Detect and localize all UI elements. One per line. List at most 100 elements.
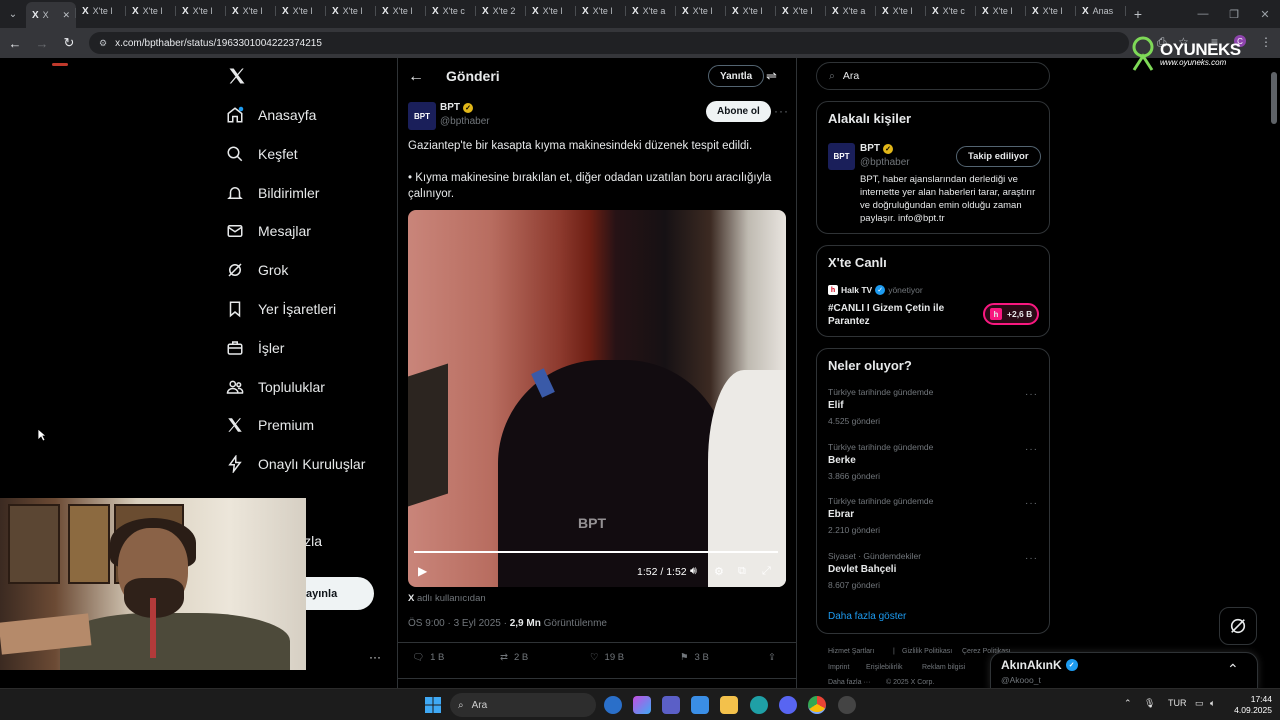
browser-tab[interactable]: X X'te 2 xyxy=(476,0,526,22)
reply-action[interactable]: 🗨︎ 1 B xyxy=(412,652,444,663)
more-options-icon[interactable]: ··· xyxy=(774,104,789,118)
search-input[interactable]: ⌕ Ara xyxy=(816,62,1050,90)
repost-action[interactable]: ⇄ 2 B xyxy=(500,652,528,663)
browser-tab[interactable]: X X'te l xyxy=(776,0,826,22)
windows-start-icon[interactable] xyxy=(425,697,441,713)
browser-tab[interactable]: X Anas xyxy=(1076,0,1126,22)
nav-item[interactable]: Yer İşaretleri xyxy=(226,295,336,323)
display-icon[interactable]: ▭ xyxy=(1195,698,1204,709)
footer-accessibility-link[interactable]: Erişilebilirlik xyxy=(866,664,903,671)
live-host-row[interactable]: h Halk TV ✓ yönetiyor xyxy=(828,285,923,295)
browser-tab[interactable]: X X'te l xyxy=(526,0,576,22)
browser-tab[interactable]: X X'te l xyxy=(226,0,276,22)
widgets-icon[interactable] xyxy=(604,696,622,714)
author-name-row[interactable]: BPT ✓ xyxy=(440,102,473,113)
nav-item[interactable]: Premium xyxy=(226,411,314,439)
footer-more-link[interactable]: Daha fazla ··· xyxy=(828,679,870,686)
nav-item[interactable]: Mesajlar xyxy=(226,217,311,245)
settings-sliders-icon[interactable]: ⇌ xyxy=(766,68,777,84)
nav-item[interactable]: Keşfet xyxy=(226,140,298,168)
video-player[interactable]: BPT ▶ 1:52 / 1:52 🔊︎ ⚙ ⧉ ⤢ xyxy=(408,210,786,587)
nav-item[interactable]: Anasayfa xyxy=(226,101,316,129)
fullscreen-icon[interactable]: ⤢ xyxy=(762,565,771,578)
browser-tab[interactable]: X X'te l xyxy=(276,0,326,22)
browser-tab[interactable]: X X'te l xyxy=(326,0,376,22)
browser-tab[interactable]: X X'te l xyxy=(576,0,626,22)
tray-overflow-icon[interactable]: ⌃ xyxy=(1124,698,1132,709)
app-icon[interactable] xyxy=(838,696,856,714)
following-button[interactable]: Takip ediliyor xyxy=(956,146,1041,167)
clock[interactable]: 17:44 4.09.2025 xyxy=(1232,694,1272,716)
relevant-name-row[interactable]: BPT ✓ xyxy=(860,143,893,154)
site-info-icon[interactable]: ⚙ xyxy=(99,38,107,49)
trend-more-icon[interactable]: ··· xyxy=(1025,444,1038,455)
browser-tab[interactable]: X X'te a xyxy=(826,0,876,22)
back-icon[interactable]: ← xyxy=(3,31,27,55)
browser-tab[interactable]: X X'te c xyxy=(426,0,476,22)
nav-item[interactable]: Topluluklar xyxy=(226,373,325,401)
page-scrollbar-thumb[interactable] xyxy=(1271,72,1277,124)
browser-tab[interactable]: X X'te l xyxy=(726,0,776,22)
footer-imprint-link[interactable]: Imprint xyxy=(828,664,849,671)
reload-icon[interactable]: ↻ xyxy=(57,31,81,55)
copilot-icon[interactable] xyxy=(633,696,651,714)
mic-icon[interactable]: 🎙︎ xyxy=(1144,698,1155,709)
browser-tab[interactable]: X X'te c xyxy=(926,0,976,22)
x-logo-icon[interactable] xyxy=(227,66,247,86)
trend-more-icon[interactable]: ··· xyxy=(1025,553,1038,564)
video-settings-icon[interactable]: ⚙ xyxy=(714,565,724,578)
browser-tab[interactable]: X X'te l xyxy=(876,0,926,22)
edge-icon[interactable] xyxy=(750,696,768,714)
relevant-avatar[interactable]: BPT xyxy=(828,143,855,170)
grok-floating-button[interactable] xyxy=(1219,607,1257,645)
browser-tab[interactable]: X X'te l xyxy=(176,0,226,22)
minimize-icon[interactable]: — xyxy=(1188,0,1218,28)
video-source[interactable]: X adlı kullanıcıdan xyxy=(408,593,486,604)
back-arrow-icon[interactable]: ← xyxy=(408,68,424,86)
video-progress-bar[interactable] xyxy=(414,551,778,553)
browser-tab[interactable]: X X'te l xyxy=(76,0,126,22)
store-icon[interactable] xyxy=(691,696,709,714)
post-timestamp[interactable]: ÖS 9:00 · 3 Eyl 2025 · xyxy=(408,618,510,629)
author-avatar[interactable]: BPT xyxy=(408,102,436,130)
live-listeners-pill[interactable]: h +2,6 B xyxy=(983,303,1039,325)
url-bar[interactable]: ⚙ x.com/bpthaber/status/1963301004222374… xyxy=(89,32,1129,54)
taskbar-search[interactable]: ⌕ Ara xyxy=(450,693,596,717)
browser-tab[interactable]: X X ✕ xyxy=(26,2,76,28)
browser-tab[interactable]: X X'te a xyxy=(626,0,676,22)
messages-drawer[interactable]: AkınAkınK ✓ @Akooo_t ⌃ xyxy=(990,652,1258,690)
close-tab-icon[interactable]: ✕ xyxy=(62,10,70,21)
forward-icon[interactable]: → xyxy=(30,31,54,55)
play-icon[interactable]: ▶ xyxy=(418,564,427,578)
expand-drawer-icon[interactable]: ⌃ xyxy=(1227,661,1239,678)
like-action[interactable]: ♡ 19 B xyxy=(590,652,624,663)
nav-item[interactable]: Bildirimler xyxy=(226,179,319,207)
show-more-link[interactable]: Daha fazla göster xyxy=(828,611,906,622)
bookmark-action[interactable]: ⚑ 3 B xyxy=(680,652,709,663)
browser-tab[interactable]: X X'te l xyxy=(1026,0,1076,22)
browser-tab[interactable]: X X'te l xyxy=(976,0,1026,22)
subscribe-button[interactable]: Abone ol xyxy=(706,101,771,122)
nav-item[interactable]: İşler xyxy=(226,334,284,362)
share-icon[interactable]: ⇪ xyxy=(768,652,776,663)
trend-more-icon[interactable]: ··· xyxy=(1025,389,1038,400)
file-explorer-icon[interactable] xyxy=(720,696,738,714)
nav-item[interactable]: Grok xyxy=(226,256,288,284)
discord-icon[interactable] xyxy=(779,696,797,714)
new-tab-button[interactable]: + xyxy=(1126,6,1150,22)
teams-icon[interactable] xyxy=(662,696,680,714)
maximize-icon[interactable]: ❐ xyxy=(1219,0,1249,28)
volume-tray-icon[interactable]: 🔈︎ xyxy=(1210,698,1215,709)
browser-tab[interactable]: X X'te l xyxy=(376,0,426,22)
footer-privacy-link[interactable]: Gizlilik Politikası xyxy=(902,648,952,655)
volume-icon[interactable]: 🔊︎ xyxy=(690,565,697,578)
relevant-handle[interactable]: @bpthaber xyxy=(860,157,910,168)
live-stream-title[interactable]: #CANLI I Gizem Çetin ile Parantez xyxy=(828,302,978,328)
trend-more-icon[interactable]: ··· xyxy=(1025,498,1038,509)
footer-terms-link[interactable]: Hizmet Şartları xyxy=(828,648,874,655)
tab-search-icon[interactable]: ⌄ xyxy=(0,0,26,28)
account-more-icon[interactable]: ··· xyxy=(369,650,381,664)
chrome-icon[interactable] xyxy=(808,696,826,714)
close-window-icon[interactable]: ✕ xyxy=(1250,0,1280,28)
input-language[interactable]: TUR xyxy=(1168,698,1187,708)
